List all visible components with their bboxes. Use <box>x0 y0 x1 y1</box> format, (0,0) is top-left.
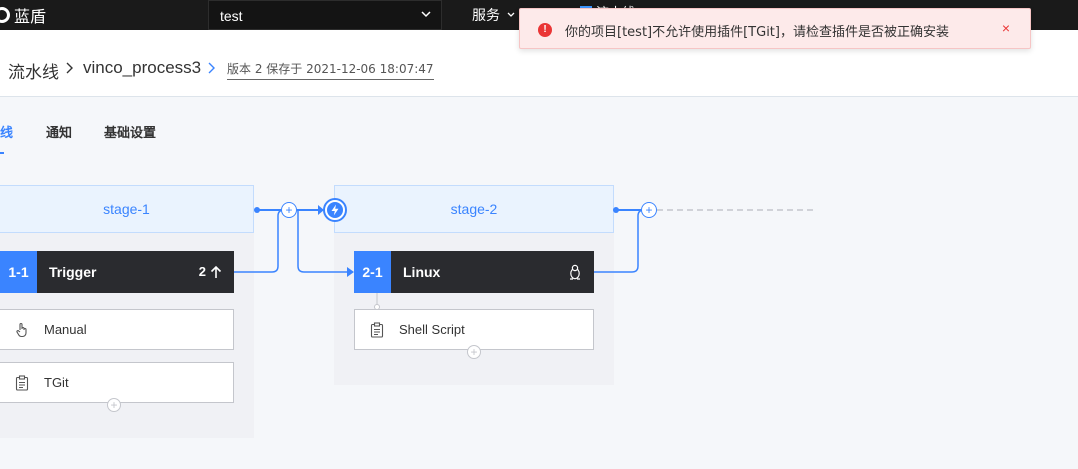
toast-message: 你的项目[test]不允许使用插件[TGit]，请检查插件是否被正确安装 <box>565 25 949 40</box>
error-icon: ! <box>538 23 552 37</box>
add-stage-button[interactable]: + <box>281 202 297 218</box>
stage-trigger-lightning-icon[interactable] <box>323 198 347 222</box>
error-toast: ! 你的项目[test]不允许使用插件[TGit]，请检查插件是否被正确安装 × <box>519 8 1031 49</box>
add-stage-button[interactable]: + <box>641 202 657 218</box>
close-icon[interactable]: × <box>1002 20 1010 36</box>
pipeline-connectors <box>234 205 816 310</box>
